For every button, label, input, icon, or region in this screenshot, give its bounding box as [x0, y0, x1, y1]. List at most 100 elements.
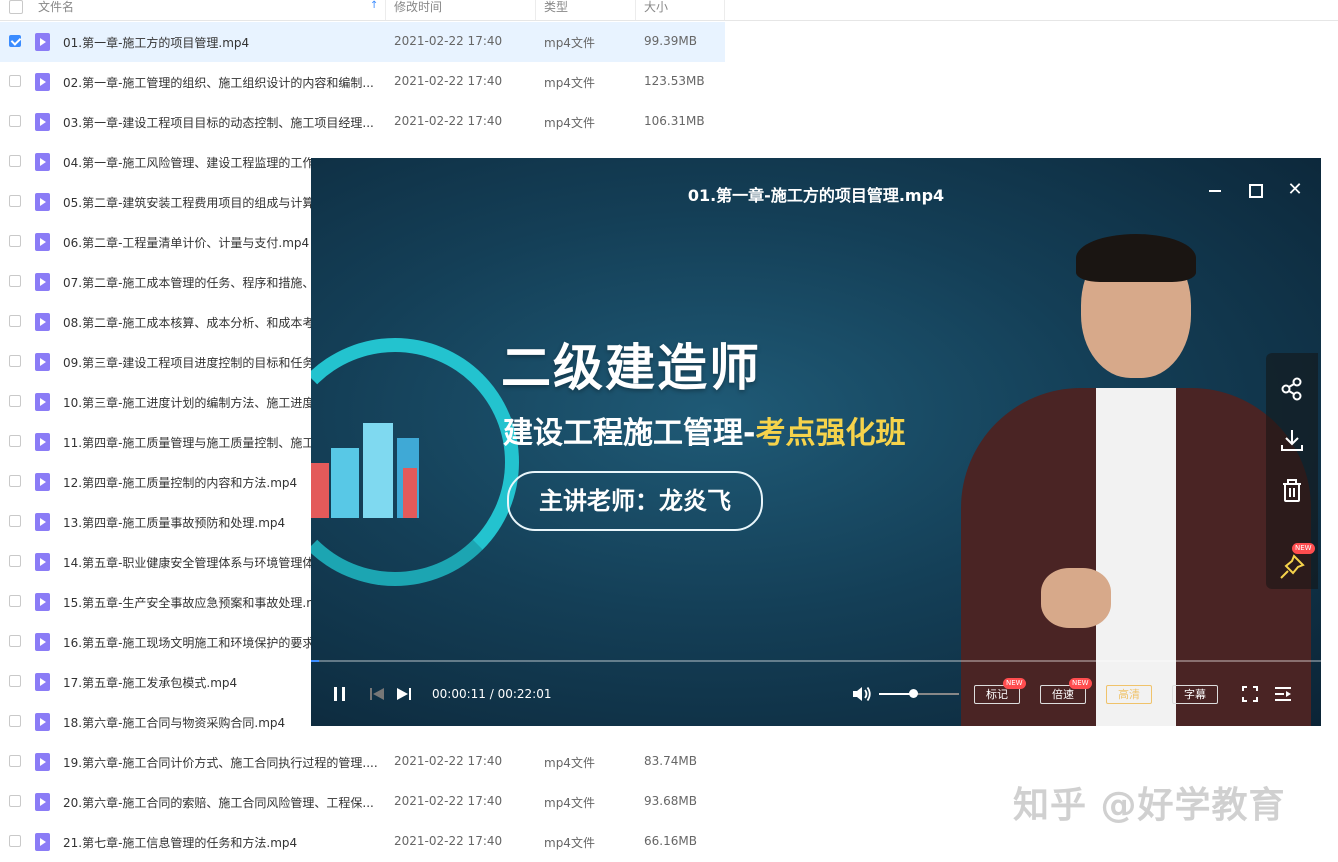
- video-file-icon: [35, 153, 50, 171]
- minimize-icon[interactable]: [1203, 178, 1227, 202]
- fullscreen-icon[interactable]: [1241, 684, 1259, 704]
- row-checkbox[interactable]: [9, 795, 21, 807]
- time-display: 00:00:11 / 00:22:01: [432, 687, 551, 701]
- file-size: 123.53MB: [644, 74, 705, 88]
- close-icon[interactable]: ✕: [1283, 178, 1307, 202]
- file-size: 93.68MB: [644, 794, 697, 808]
- file-name[interactable]: 19.第六章-施工合同计价方式、施工合同执行过程的管理....: [63, 754, 378, 771]
- volume-icon[interactable]: [851, 684, 873, 704]
- column-divider[interactable]: [535, 0, 536, 20]
- row-checkbox[interactable]: [9, 315, 21, 327]
- previous-icon[interactable]: [368, 684, 386, 704]
- column-header-size[interactable]: 大小: [644, 0, 668, 20]
- delete-icon[interactable]: [1278, 477, 1306, 505]
- video-file-icon: [35, 713, 50, 731]
- row-checkbox[interactable]: [9, 435, 21, 447]
- file-name[interactable]: 01.第一章-施工方的项目管理.mp4: [63, 34, 378, 51]
- file-name[interactable]: 03.第一章-建设工程项目目标的动态控制、施工项目经理...: [63, 114, 378, 131]
- download-icon[interactable]: [1278, 427, 1306, 455]
- teacher-label: 主讲老师：龙炎飞: [507, 471, 763, 531]
- column-header-time[interactable]: 修改时间: [394, 0, 442, 20]
- file-name[interactable]: 21.第七章-施工信息管理的任务和方法.mp4: [63, 834, 378, 851]
- video-subtitle-main: 建设工程施工管理-: [503, 416, 756, 451]
- new-badge: NEW: [1003, 678, 1026, 689]
- row-checkbox[interactable]: [9, 115, 21, 127]
- file-row[interactable]: 02.第一章-施工管理的组织、施工组织设计的内容和编制... 2021-02-22…: [0, 62, 725, 102]
- column-divider[interactable]: [724, 0, 725, 20]
- row-checkbox[interactable]: [9, 35, 21, 47]
- subtitle-button[interactable]: 字幕: [1172, 685, 1218, 704]
- column-divider[interactable]: [635, 0, 636, 20]
- file-row[interactable]: 01.第一章-施工方的项目管理.mp4 2021-02-22 17:40 mp4文件…: [0, 22, 725, 62]
- file-size: 106.31MB: [644, 114, 705, 128]
- row-checkbox[interactable]: [9, 155, 21, 167]
- list-header: 文件名 ↑ 修改时间 类型 大小: [0, 0, 1338, 21]
- row-checkbox[interactable]: [9, 195, 21, 207]
- row-checkbox[interactable]: [9, 835, 21, 847]
- row-checkbox[interactable]: [9, 715, 21, 727]
- row-checkbox[interactable]: [9, 395, 21, 407]
- video-file-icon: [35, 73, 50, 91]
- row-checkbox[interactable]: [9, 235, 21, 247]
- row-checkbox[interactable]: [9, 755, 21, 767]
- file-modified-time: 2021-02-22 17:40: [394, 834, 503, 848]
- share-icon[interactable]: [1278, 375, 1306, 403]
- file-row[interactable]: 20.第六章-施工合同的索赔、施工合同风险管理、工程保... 2021-02-22…: [0, 782, 725, 822]
- row-checkbox[interactable]: [9, 595, 21, 607]
- row-checkbox[interactable]: [9, 75, 21, 87]
- file-type: mp4文件: [544, 116, 595, 130]
- presenter-hair: [1076, 234, 1196, 282]
- row-checkbox[interactable]: [9, 515, 21, 527]
- video-file-icon: [35, 313, 50, 331]
- row-checkbox[interactable]: [9, 355, 21, 367]
- column-header-type[interactable]: 类型: [544, 0, 568, 20]
- file-row[interactable]: 21.第七章-施工信息管理的任务和方法.mp4 2021-02-22 17:40 m…: [0, 822, 725, 862]
- next-icon[interactable]: [395, 684, 413, 704]
- sort-ascending-icon[interactable]: ↑: [370, 0, 378, 11]
- video-file-icon: [35, 233, 50, 251]
- row-checkbox[interactable]: [9, 275, 21, 287]
- building-graphic: [331, 448, 359, 518]
- building-graphic: [311, 463, 329, 518]
- video-headline: 二级建造师: [501, 339, 761, 397]
- player-title: 01.第一章-施工方的项目管理.mp4: [687, 186, 945, 205]
- video-file-icon: [35, 673, 50, 691]
- pin-icon[interactable]: [1278, 553, 1306, 581]
- video-file-icon: [35, 113, 50, 131]
- presenter-figure: [961, 234, 1311, 726]
- video-subtitle-highlight: 考点强化班: [755, 416, 906, 451]
- volume-knob[interactable]: [908, 689, 918, 698]
- quality-button[interactable]: 高清: [1106, 685, 1152, 704]
- pause-icon[interactable]: [331, 684, 349, 704]
- file-name[interactable]: 02.第一章-施工管理的组织、施工组织设计的内容和编制...: [63, 74, 378, 91]
- file-size: 83.74MB: [644, 754, 697, 768]
- new-badge: NEW: [1292, 543, 1315, 554]
- video-file-icon: [35, 273, 50, 291]
- presenter-hand: [1041, 568, 1111, 628]
- file-name[interactable]: 20.第六章-施工合同的索赔、施工合同风险管理、工程保...: [63, 794, 378, 811]
- maximize-icon[interactable]: [1243, 178, 1267, 202]
- file-row[interactable]: 19.第六章-施工合同计价方式、施工合同执行过程的管理.... 2021-02-2…: [0, 742, 725, 782]
- row-checkbox[interactable]: [9, 475, 21, 487]
- column-header-name[interactable]: 文件名: [38, 0, 74, 20]
- select-all-checkbox[interactable]: [9, 0, 23, 14]
- video-subtitle: 建设工程施工管理-考点强化班: [503, 408, 905, 452]
- video-player-window[interactable]: 01.第一章-施工方的项目管理.mp4 ✕ 二级建造师 建设工程施工管理-考点强…: [311, 158, 1321, 726]
- video-file-icon: [35, 393, 50, 411]
- volume-slider[interactable]: [879, 689, 959, 698]
- volume-fill: [879, 693, 913, 695]
- file-modified-time: 2021-02-22 17:40: [394, 74, 503, 88]
- building-graphic: [403, 468, 417, 518]
- file-modified-time: 2021-02-22 17:40: [394, 754, 503, 768]
- row-checkbox[interactable]: [9, 675, 21, 687]
- video-file-icon: [35, 633, 50, 651]
- file-row[interactable]: 03.第一章-建设工程项目目标的动态控制、施工项目经理... 2021-02-22…: [0, 102, 725, 142]
- video-file-icon: [35, 473, 50, 491]
- row-checkbox[interactable]: [9, 555, 21, 567]
- file-type: mp4文件: [544, 76, 595, 90]
- video-file-icon: [35, 593, 50, 611]
- column-divider[interactable]: [385, 0, 386, 20]
- file-modified-time: 2021-02-22 17:40: [394, 114, 503, 128]
- playlist-icon[interactable]: [1273, 684, 1293, 704]
- row-checkbox[interactable]: [9, 635, 21, 647]
